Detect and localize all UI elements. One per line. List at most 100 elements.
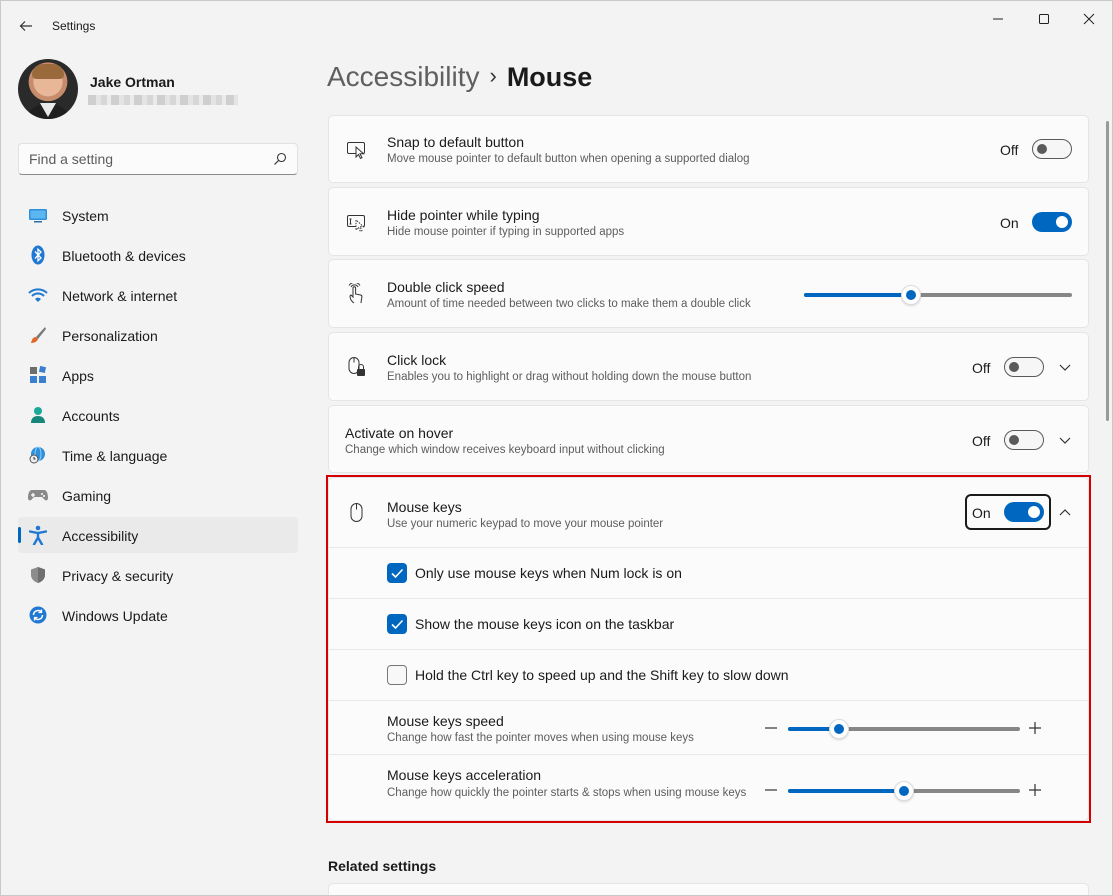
mouse-keys-acceleration-row: Mouse keys acceleration Change how quick…: [329, 754, 1088, 820]
mouse-keys-title: Mouse keys: [387, 499, 462, 515]
sidebar-item-accounts[interactable]: Accounts: [18, 397, 298, 433]
minus-icon[interactable]: [764, 721, 778, 735]
hide-pointer-toggle[interactable]: [1032, 212, 1072, 232]
close-icon: [1083, 13, 1095, 25]
hover-toggle[interactable]: [1004, 430, 1044, 450]
mouse-keys-option-row: Hold the Ctrl key to speed up and the Sh…: [329, 649, 1088, 700]
sidebar-item-bluetooth[interactable]: Bluetooth & devices: [18, 237, 298, 273]
page-title: Mouse: [506, 62, 593, 92]
brush-icon: [28, 326, 48, 344]
back-button[interactable]: [13, 13, 39, 39]
search-input[interactable]: [29, 144, 259, 174]
ctrl-shift-checkbox[interactable]: [387, 665, 407, 685]
hide-pointer-title: Hide pointer while typing: [387, 207, 540, 223]
back-arrow-icon: [19, 21, 32, 31]
sidebar-nav: System Bluetooth & devices Network & int…: [18, 197, 298, 637]
sidebar-item-label: Time & language: [62, 448, 168, 464]
chevron-up-icon[interactable]: [1058, 506, 1072, 520]
setting-activate-on-hover: Activate on hover Change which window re…: [328, 405, 1089, 473]
user-name: Jake Ortman: [90, 74, 175, 90]
sidebar-item-label: System: [62, 208, 109, 224]
mouse-keys-toggle-focus: On: [965, 494, 1051, 530]
app-title: Settings: [52, 19, 96, 33]
sidebar-item-time-language[interactable]: Time & language: [18, 437, 298, 473]
sidebar-item-system[interactable]: System: [18, 197, 298, 233]
mouse-keys-state-label: On: [972, 505, 991, 521]
snap-toggle[interactable]: [1032, 139, 1072, 159]
related-settings-card[interactable]: [328, 883, 1089, 895]
mouse-icon: [350, 503, 363, 522]
close-button[interactable]: [1066, 7, 1112, 31]
shield-icon: [28, 566, 48, 584]
sidebar-item-gaming[interactable]: Gaming: [18, 477, 298, 513]
minus-icon[interactable]: [764, 783, 778, 797]
search-icon[interactable]: [273, 152, 287, 166]
mouse-keys-speed-title: Mouse keys speed: [387, 713, 504, 729]
gamepad-icon: [28, 486, 48, 504]
sidebar-item-label: Windows Update: [62, 608, 168, 624]
double-click-slider[interactable]: [804, 285, 1072, 305]
sidebar-item-apps[interactable]: Apps: [18, 357, 298, 393]
click-lock-state-label: Off: [972, 360, 991, 376]
hover-title: Activate on hover: [345, 425, 454, 441]
chevron-down-icon[interactable]: [1058, 433, 1072, 447]
chevron-down-icon[interactable]: [1058, 360, 1072, 374]
double-click-icon: [348, 282, 363, 303]
sidebar-item-label: Apps: [62, 368, 94, 384]
mouse-keys-acceleration-slider[interactable]: [788, 781, 1020, 801]
apps-icon: [28, 366, 48, 384]
accessibility-icon: [28, 525, 48, 545]
plus-icon[interactable]: [1028, 721, 1042, 735]
breadcrumb-parent[interactable]: Accessibility: [327, 61, 479, 92]
slider-fill: [788, 789, 904, 793]
sidebar-item-label: Privacy & security: [62, 568, 174, 584]
setting-hide-pointer: Hide pointer while typing Hide mouse poi…: [328, 187, 1089, 256]
ctrl-shift-label: Hold the Ctrl key to speed up and the Sh…: [415, 667, 789, 683]
sidebar-item-accessibility[interactable]: Accessibility: [18, 517, 298, 553]
taskbar-icon-checkbox[interactable]: [387, 614, 407, 634]
slider-thumb[interactable]: [829, 719, 849, 739]
snap-title: Snap to default button: [387, 134, 524, 150]
person-icon: [28, 406, 48, 424]
sidebar-item-windows-update[interactable]: Windows Update: [18, 597, 298, 633]
user-email-redacted: [88, 95, 238, 105]
mouse-keys-speed-description: Change how fast the pointer moves when u…: [387, 732, 694, 744]
mouse-lock-icon: [348, 356, 365, 376]
avatar: [18, 59, 78, 119]
scrollbar[interactable]: [1106, 121, 1109, 421]
checkmark-icon: [391, 568, 404, 579]
sidebar-item-label: Network & internet: [62, 288, 178, 304]
sidebar-item-label: Personalization: [62, 328, 158, 344]
related-settings-heading: Related settings: [328, 858, 437, 874]
minimize-button[interactable]: [975, 7, 1021, 31]
mouse-keys-acceleration-description: Change how quickly the pointer starts & …: [387, 787, 747, 799]
mouse-keys-description: Use your numeric keypad to move your mou…: [387, 518, 664, 530]
user-profile[interactable]: Jake Ortman: [18, 59, 298, 119]
num-lock-checkbox[interactable]: [387, 563, 407, 583]
mouse-keys-option-row: Show the mouse keys icon on the taskbar: [329, 598, 1088, 649]
mouse-keys-toggle[interactable]: [1004, 502, 1044, 522]
plus-icon[interactable]: [1028, 783, 1042, 797]
snap-pointer-icon: [347, 142, 365, 160]
slider-thumb[interactable]: [901, 285, 921, 305]
sidebar-item-network[interactable]: Network & internet: [18, 277, 298, 313]
setting-click-lock: Click lock Enables you to highlight or d…: [328, 332, 1089, 401]
hide-pointer-icon: [347, 214, 365, 232]
sidebar-item-label: Accounts: [62, 408, 120, 424]
sidebar-item-label: Bluetooth & devices: [62, 248, 186, 264]
settings-window: Settings Jake Ortman System: [0, 0, 1113, 896]
mouse-keys-speed-row: Mouse keys speed Change how fast the poi…: [329, 700, 1088, 754]
mouse-keys-speed-slider[interactable]: [788, 719, 1020, 739]
system-icon: [28, 206, 48, 224]
snap-description: Move mouse pointer to default button whe…: [387, 153, 750, 165]
slider-thumb[interactable]: [894, 781, 914, 801]
title-bar: Settings: [1, 1, 1112, 51]
click-lock-description: Enables you to highlight or drag without…: [387, 371, 752, 383]
bluetooth-icon: [28, 245, 48, 265]
click-lock-toggle[interactable]: [1004, 357, 1044, 377]
sidebar-item-personalization[interactable]: Personalization: [18, 317, 298, 353]
search-box[interactable]: [18, 143, 298, 175]
maximize-button[interactable]: [1021, 7, 1067, 31]
sidebar-item-privacy[interactable]: Privacy & security: [18, 557, 298, 593]
checkmark-icon: [391, 619, 404, 630]
